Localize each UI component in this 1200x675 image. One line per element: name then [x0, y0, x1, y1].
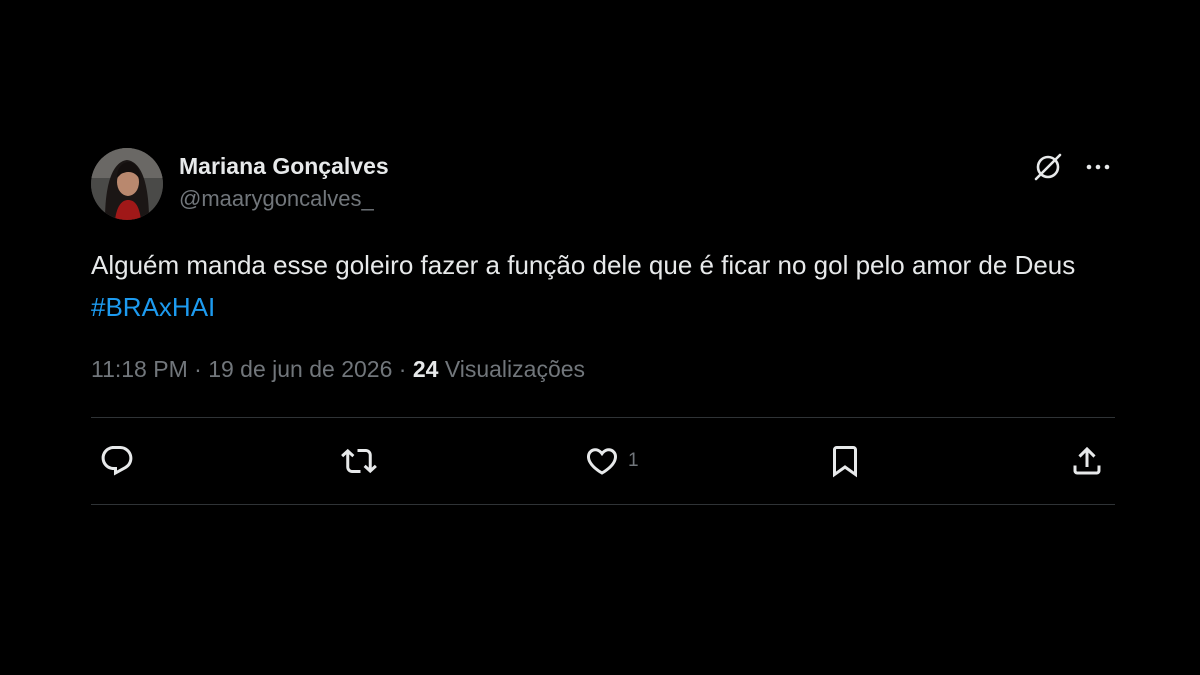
- like-count: 1: [628, 450, 639, 471]
- avatar[interactable]: [91, 148, 163, 220]
- avatar-photo-icon: [91, 148, 163, 220]
- share-icon: [1073, 446, 1101, 475]
- retweet-button[interactable]: [341, 443, 377, 479]
- reply-icon: [101, 446, 133, 476]
- tweet-header: Mariana Gonçalves @maarygoncalves_: [91, 146, 1115, 222]
- heart-icon: [586, 448, 618, 475]
- tweet-date[interactable]: 19 de jun de 2026: [208, 356, 392, 382]
- share-button[interactable]: [1069, 443, 1105, 479]
- meta-separator: ·: [194, 356, 202, 382]
- views-label[interactable]: Visualizações: [445, 356, 585, 382]
- divider: [91, 504, 1115, 505]
- views-count[interactable]: 24: [413, 356, 439, 382]
- meta-separator: ·: [398, 356, 407, 382]
- action-bar: 1: [91, 418, 1115, 504]
- bookmark-icon: [833, 446, 857, 478]
- author-names: Mariana Gonçalves @maarygoncalves_: [179, 152, 389, 214]
- like-button[interactable]: 1: [584, 443, 639, 479]
- grok-icon[interactable]: [1031, 150, 1065, 184]
- tweet-body: Alguém manda esse goleiro fazer a função…: [91, 250, 1076, 280]
- reply-button[interactable]: [99, 443, 135, 479]
- tweet-time[interactable]: 11:18 PM: [91, 356, 188, 382]
- hashtag-link[interactable]: #BRAxHAI: [91, 286, 1091, 328]
- tweet-text: Alguém manda esse goleiro fazer a função…: [91, 244, 1091, 328]
- more-options-icon[interactable]: [1081, 150, 1115, 184]
- author-display-name[interactable]: Mariana Gonçalves: [179, 152, 389, 180]
- retweet-icon: [341, 448, 377, 474]
- tweet-card[interactable]: Mariana Gonçalves @maarygoncalves_ Algué…: [91, 146, 1115, 505]
- tweet-meta: 11:18 PM · 19 de jun de 2026 · 24 Visual…: [91, 354, 1115, 384]
- bookmark-button[interactable]: [827, 443, 863, 479]
- author-handle[interactable]: @maarygoncalves_: [179, 184, 389, 214]
